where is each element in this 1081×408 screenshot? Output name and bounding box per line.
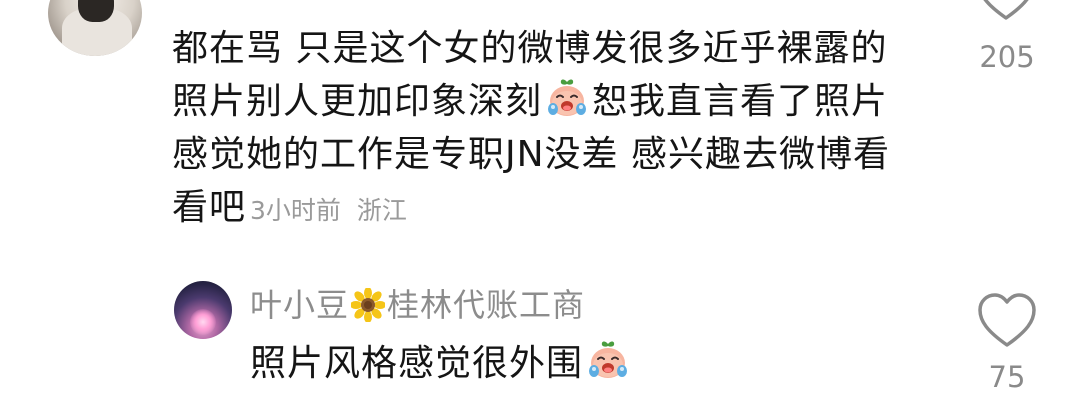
reply-username[interactable]: 叶小豆 桂林代账工商	[250, 280, 585, 326]
like-count: 75	[988, 360, 1026, 394]
avatar-glow	[190, 309, 216, 335]
username-suffix: 桂林代账工商	[387, 286, 586, 324]
laughing-crying-emoji-icon	[548, 79, 587, 116]
laughing-crying-emoji-icon	[589, 341, 628, 378]
reply-body[interactable]: 照片风格感觉很外围	[250, 337, 633, 390]
like-count: 205	[979, 40, 1035, 74]
commenter-avatar[interactable]	[48, 0, 142, 56]
heart-outline-icon[interactable]	[977, 293, 1037, 349]
username-name: 叶小豆	[250, 286, 350, 324]
comment-time: 3小时前	[250, 196, 341, 225]
reply-text: 照片风格感觉很外围	[250, 343, 584, 384]
sunflower-icon	[351, 288, 386, 322]
comment-meta: 3小时前 浙江	[250, 196, 407, 225]
reply-avatar[interactable]	[174, 281, 232, 339]
comment-location: 浙江	[356, 196, 407, 225]
heart-outline-icon[interactable]	[976, 0, 1036, 22]
comment-body[interactable]: 都在骂 只是这个女的微博发很多近乎裸露的照片别人更加印象深刻 恕我直言看了照片感…	[172, 22, 912, 237]
